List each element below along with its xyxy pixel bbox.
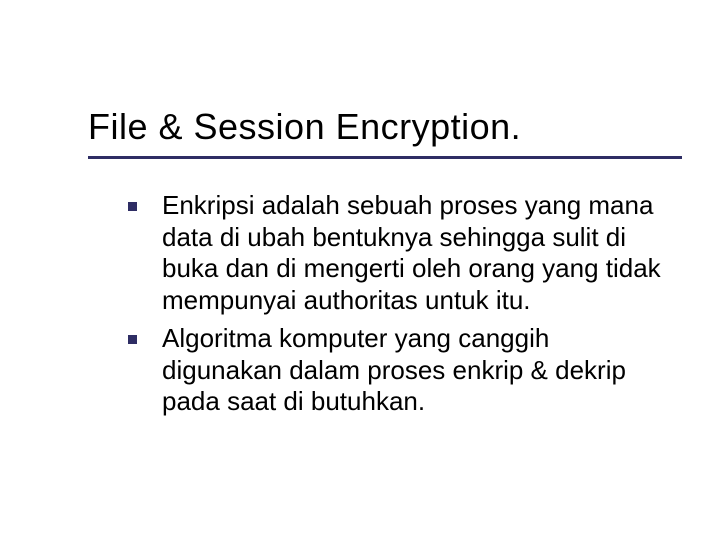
slide-title: File & Session Encryption. — [88, 106, 521, 148]
bullet-icon — [128, 335, 137, 344]
slide-body: Enkripsi adalah sebuah proses yang mana … — [128, 190, 672, 424]
title-underline — [88, 156, 682, 159]
bullet-text: Algoritma komputer yang canggih digunaka… — [162, 323, 626, 416]
list-item: Enkripsi adalah sebuah proses yang mana … — [128, 190, 672, 317]
list-item: Algoritma komputer yang canggih digunaka… — [128, 323, 672, 418]
slide: File & Session Encryption. Enkripsi adal… — [0, 0, 720, 540]
bullet-text: Enkripsi adalah sebuah proses yang mana … — [162, 190, 661, 315]
bullet-icon — [128, 202, 137, 211]
